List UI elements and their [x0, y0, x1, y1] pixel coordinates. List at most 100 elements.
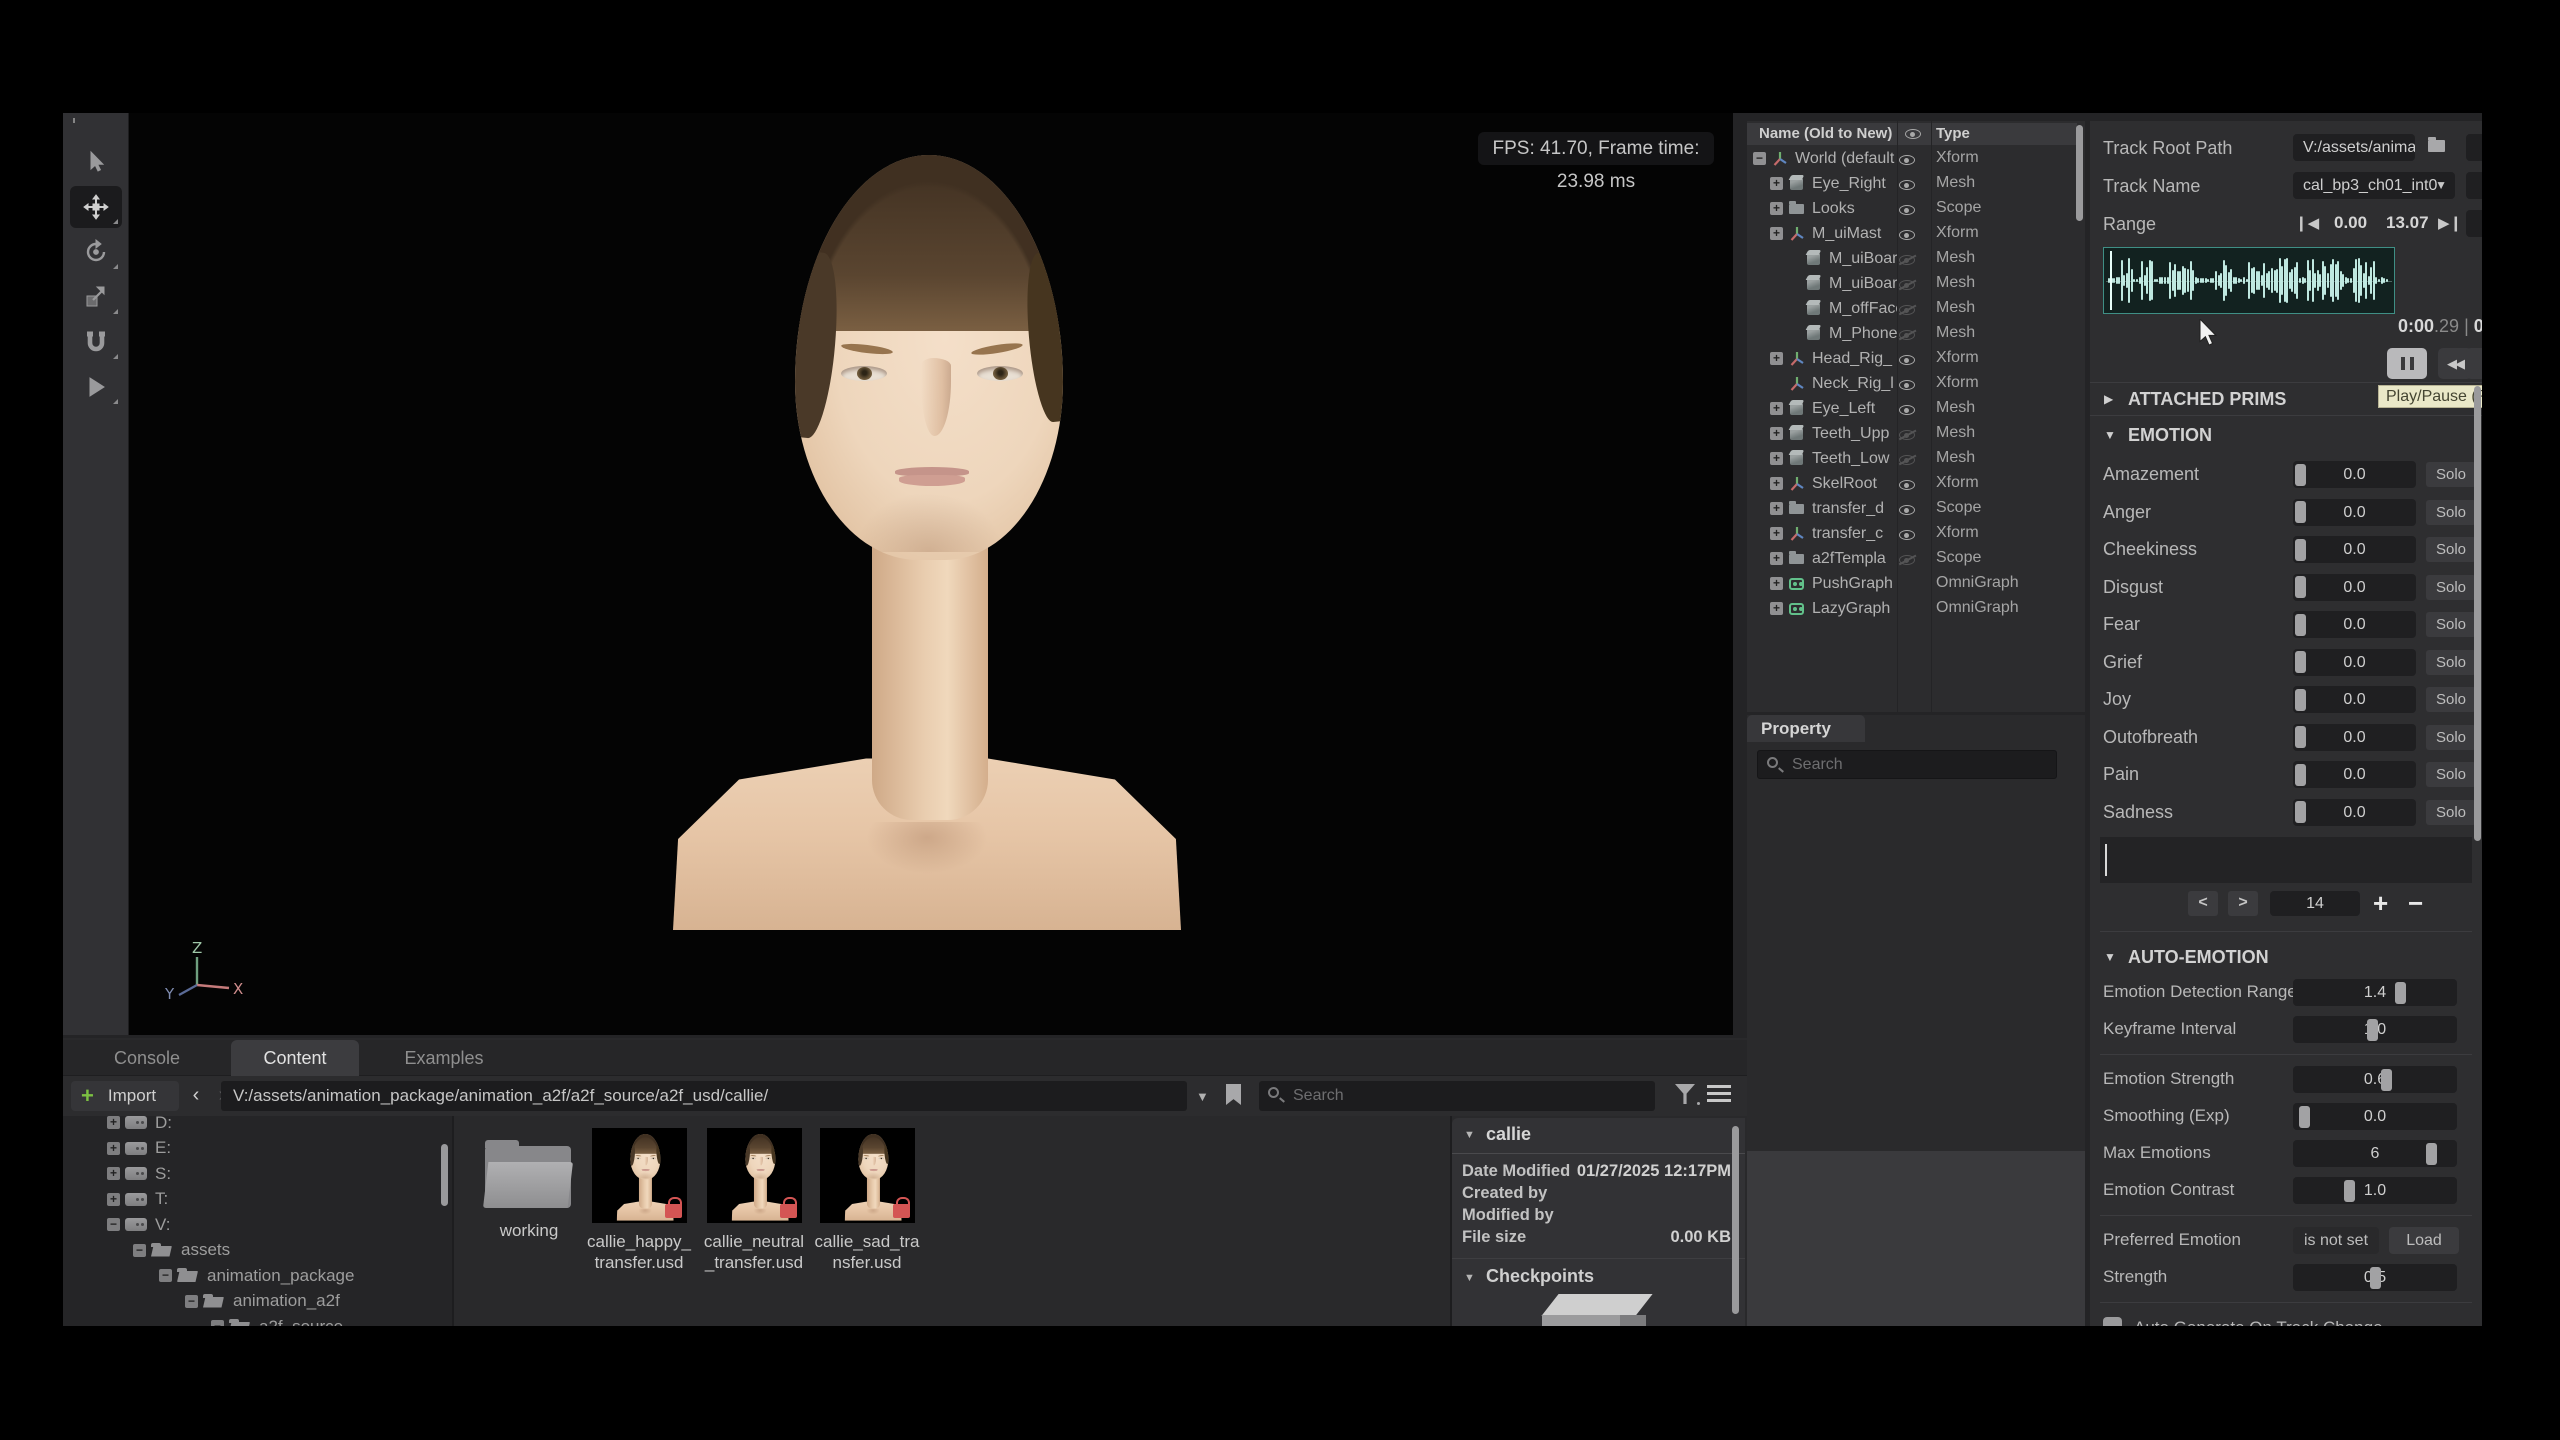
minus-box-icon[interactable]: − [1753, 152, 1766, 165]
property-search-input[interactable] [1790, 752, 2052, 777]
table-row[interactable]: +Teeth_LowMesh [1747, 446, 2077, 471]
eye-hidden-icon[interactable] [1899, 555, 1915, 565]
list-item-callie-happy-transfer-usd[interactable]: callie_happy_transfer.usd [584, 1128, 694, 1273]
table-row[interactable]: +transfer_cXform [1747, 521, 2077, 546]
remove-keyframe-button[interactable]: − [2408, 888, 2423, 919]
eye-hidden-icon[interactable] [1899, 455, 1915, 465]
checkpoint-thumbnail[interactable] [1542, 1294, 1652, 1326]
solo-button[interactable]: Solo [2426, 575, 2476, 600]
plus-box-icon[interactable]: + [107, 1193, 120, 1206]
tool-move-tool[interactable] [70, 186, 122, 228]
eye-hidden-icon[interactable] [1899, 330, 1915, 340]
auto-emotion-slider[interactable]: 1.4 [2293, 979, 2457, 1006]
panel-scrollbar[interactable] [2474, 386, 2481, 841]
emotion-slider[interactable]: 0.0 [2293, 574, 2416, 601]
emotion-slider[interactable]: 0.0 [2293, 686, 2416, 713]
plus-box-icon[interactable]: + [1770, 527, 1783, 540]
plus-box-icon[interactable]: + [107, 1116, 120, 1129]
3d-viewport[interactable]: FPS: 41.70, Frame time: 23.98 ms Z X Y [129, 113, 1733, 1035]
auto-emotion-slider[interactable]: 6 [2293, 1140, 2457, 1167]
emotion-slider[interactable]: 0.0 [2293, 536, 2416, 563]
table-row[interactable]: +a2fTemplaScope [1747, 546, 2077, 571]
path-dropdown-caret-icon[interactable]: ▼ [1196, 1089, 1209, 1104]
clipped-transport-button[interactable] [2466, 348, 2482, 379]
auto-emotion-slider[interactable]: 1.0 [2293, 1177, 2457, 1204]
table-row[interactable]: +PushGraphOmniGraph [1747, 571, 2077, 596]
table-row[interactable]: +Head_Rig_Xform [1747, 346, 2077, 371]
slider-handle[interactable] [2381, 1069, 2392, 1091]
attached-prims-section[interactable]: ▶ ATTACHED PRIMS [2090, 382, 2482, 416]
back-button[interactable]: ‹ [183, 1081, 209, 1111]
auto-generate-checkbox[interactable] [2103, 1317, 2122, 1326]
slider-handle[interactable] [2295, 801, 2306, 823]
eye-visible-icon[interactable] [1899, 530, 1915, 540]
stage-column-name[interactable]: Name (Old to New) [1759, 125, 1892, 142]
emotion-slider[interactable]: 0.0 [2293, 724, 2416, 751]
table-row[interactable]: M_offFaceMesh [1747, 296, 2077, 321]
path-field[interactable]: V:/assets/animation_package/animation_a2… [221, 1081, 1187, 1111]
load-button[interactable]: Load [2389, 1227, 2459, 1254]
table-row[interactable]: +Eye_LeftMesh [1747, 396, 2077, 421]
plus-box-icon[interactable]: + [107, 1167, 120, 1180]
playhead[interactable] [2110, 251, 2112, 310]
plus-box-icon[interactable]: + [1770, 577, 1783, 590]
solo-button[interactable]: Solo [2426, 612, 2476, 637]
character-head-model[interactable] [667, 155, 1187, 930]
list-item-working[interactable]: working [474, 1128, 584, 1241]
table-row[interactable]: +SkelRootXform [1747, 471, 2077, 496]
minus-box-icon[interactable]: − [107, 1218, 120, 1231]
emotion-section-header[interactable]: ▼ EMOTION [2090, 416, 2482, 456]
stage-scrollbar[interactable] [2076, 125, 2083, 221]
emotion-slider[interactable]: 0.0 [2293, 649, 2416, 676]
plus-box-icon[interactable]: + [1770, 427, 1783, 440]
plus-box-icon[interactable]: + [1770, 202, 1783, 215]
eye-visible-icon[interactable] [1899, 505, 1915, 515]
table-row[interactable]: M_uiBoardMesh [1747, 271, 2077, 296]
tab-property[interactable]: Property [1747, 715, 1865, 742]
plus-box-icon[interactable]: + [1770, 227, 1783, 240]
slider-handle[interactable] [2295, 651, 2306, 673]
plus-box-icon[interactable]: + [1770, 602, 1783, 615]
table-row[interactable]: M_uiBoardMesh [1747, 246, 2077, 271]
solo-button[interactable]: Solo [2426, 687, 2476, 712]
table-row[interactable]: −World (defaultXform [1747, 146, 2077, 171]
emotion-slider[interactable]: 0.0 [2293, 611, 2416, 638]
eye-visible-icon[interactable] [1899, 380, 1915, 390]
list-item-callie-sad-transfer-usd[interactable]: callie_sad_transfer.usd [812, 1128, 922, 1273]
tab-content[interactable]: Content [231, 1040, 359, 1076]
minus-box-icon[interactable]: − [133, 1244, 146, 1257]
auto-emotion-slider[interactable]: 0.0 [2293, 1103, 2457, 1130]
strength-slider[interactable]: 0.5 [2293, 1264, 2457, 1291]
sidebar-item-d[interactable]: +D: [107, 1116, 172, 1135]
emotion-slider[interactable]: 0.0 [2293, 799, 2416, 826]
details-header[interactable]: ▼ callie [1452, 1118, 1745, 1154]
solo-button[interactable]: Solo [2426, 762, 2476, 787]
page-prev-button[interactable]: < [2188, 891, 2218, 916]
solo-button[interactable]: Solo [2426, 725, 2476, 750]
minus-box-icon[interactable]: − [159, 1269, 172, 1282]
plus-box-icon[interactable]: + [1770, 477, 1783, 490]
table-row[interactable]: +Teeth_UppMesh [1747, 421, 2077, 446]
solo-button[interactable]: Solo [2426, 650, 2476, 675]
bookmark-icon[interactable] [1226, 1084, 1241, 1105]
eye-hidden-icon[interactable] [1899, 255, 1915, 265]
tool-select-arrow[interactable] [70, 141, 122, 183]
sidebar-item-v[interactable]: −V: [107, 1212, 170, 1237]
minus-box-icon[interactable]: − [211, 1320, 224, 1326]
plus-box-icon[interactable]: + [1770, 452, 1783, 465]
solo-button[interactable]: Solo [2426, 800, 2476, 825]
page-next-button[interactable]: > [2228, 891, 2258, 916]
slider-handle[interactable] [2295, 689, 2306, 711]
stage-header-row[interactable]: Name (Old to New) Type [1747, 123, 2077, 145]
audio-waveform[interactable] [2103, 247, 2395, 314]
keyframe-text-area[interactable] [2100, 837, 2472, 883]
eye-hidden-icon[interactable] [1899, 280, 1915, 290]
skip-end-icon[interactable]: ▶❙ [2438, 214, 2462, 232]
table-row[interactable]: M_PhonemMesh [1747, 321, 2077, 346]
add-keyframe-button[interactable]: + [2373, 888, 2388, 919]
eye-visible-icon[interactable] [1899, 355, 1915, 365]
browse-folder-icon[interactable] [2425, 138, 2449, 156]
table-row[interactable]: +LooksScope [1747, 196, 2077, 221]
emotion-slider[interactable]: 0.0 [2293, 499, 2416, 526]
sidebar-item-s[interactable]: +S: [107, 1161, 171, 1186]
